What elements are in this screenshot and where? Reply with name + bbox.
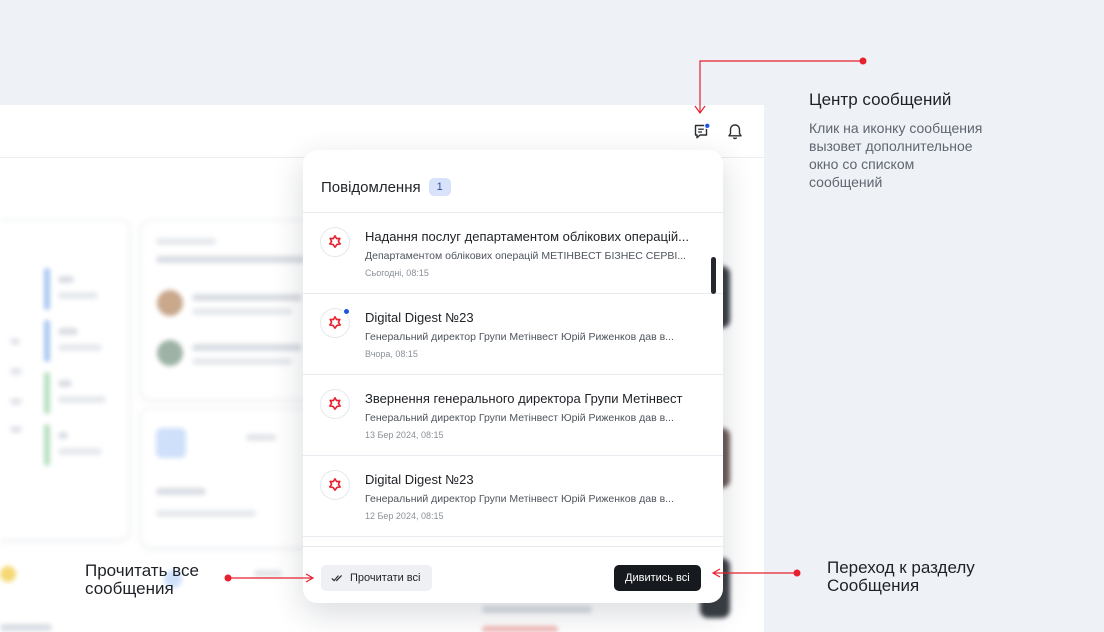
annotation-line: Переход к разделу [827, 558, 975, 577]
annotation-dot [793, 569, 801, 577]
annotation-line: сообщений [809, 174, 883, 190]
annotation-line: вызовет дополнительное [809, 138, 973, 154]
annotation-message-center-title: Центр сообщений [809, 90, 952, 109]
annotation-dot [859, 57, 867, 65]
annotation-go-to-section: Переход к разделу Сообщения [827, 559, 975, 595]
annotation-line: Прочитать все [85, 561, 199, 580]
annotation-message-center-description: Клик на иконку сообщения вызовет дополни… [809, 119, 982, 191]
annotation-line: окно со списком [809, 156, 915, 172]
annotation-line: сообщения [85, 579, 174, 598]
annotation-read-all: Прочитать все сообщения [85, 562, 199, 598]
annotation-dot [224, 574, 232, 582]
annotation-line: Клик на иконку сообщения [809, 120, 983, 136]
annotation-line: Сообщения [827, 576, 920, 595]
